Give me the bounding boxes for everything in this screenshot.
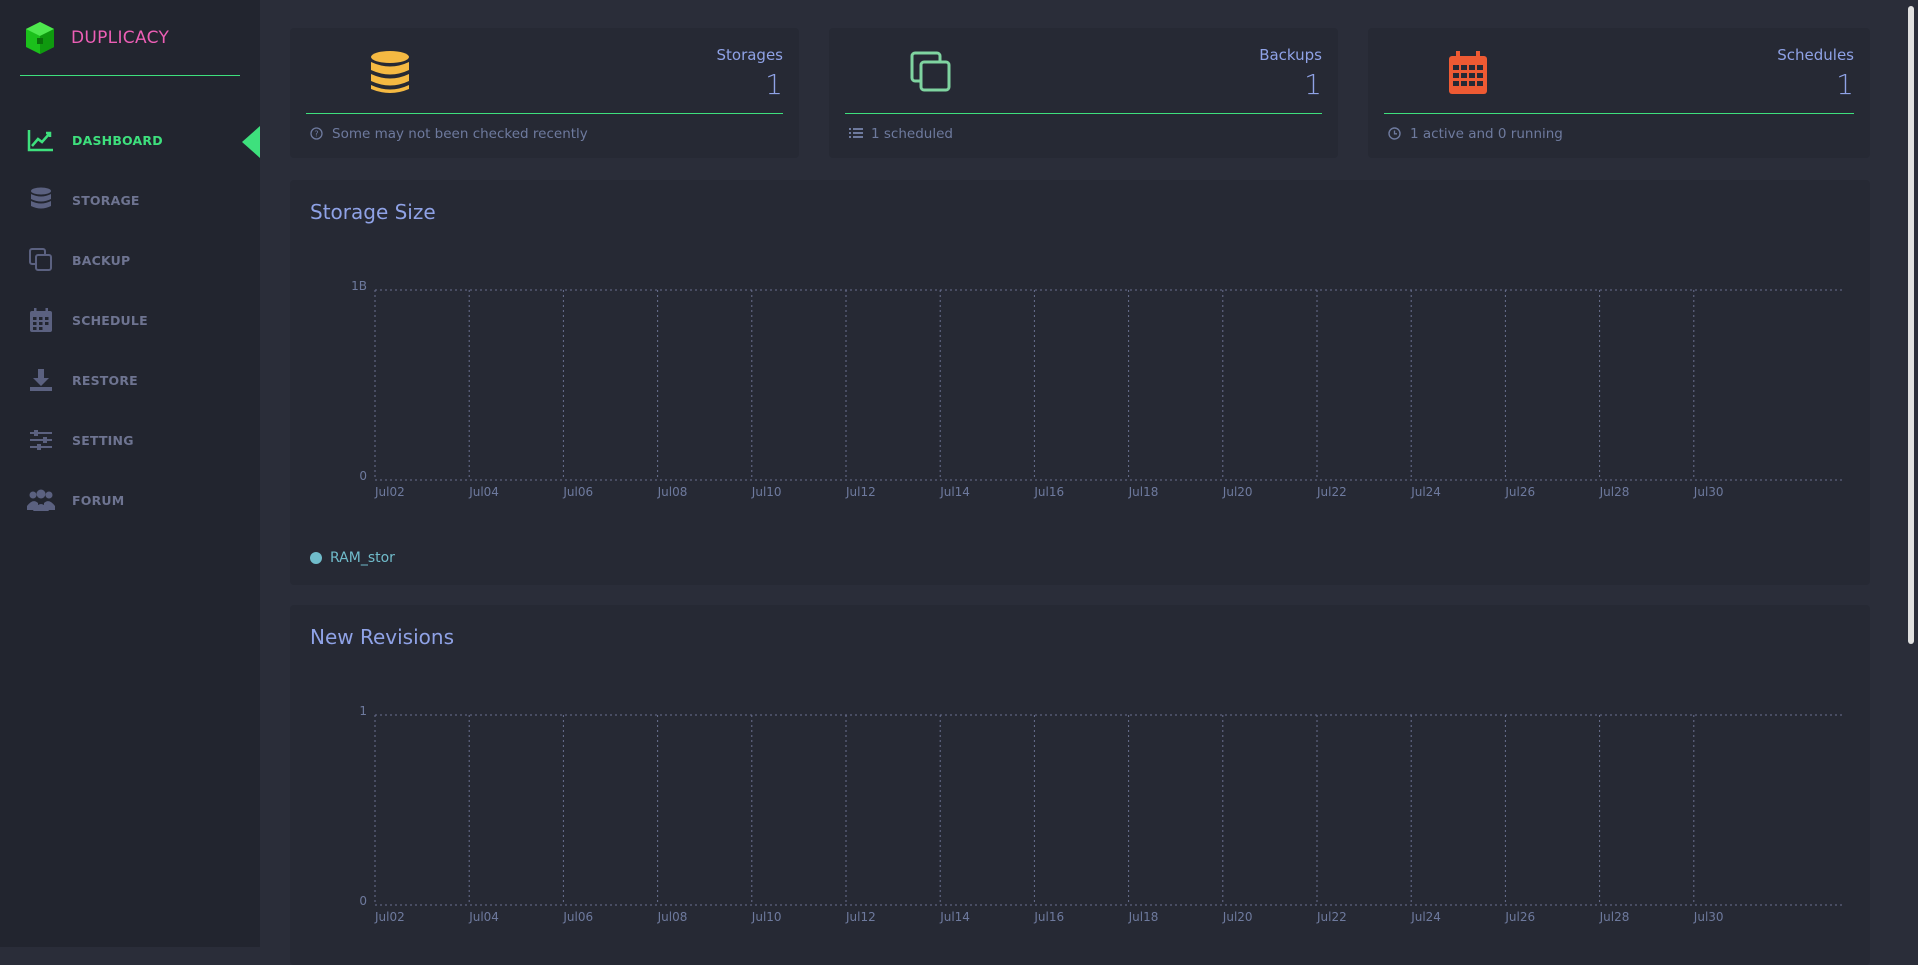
- sidebar-item-label: DASHBOARD: [72, 132, 163, 148]
- calendar-icon: [27, 306, 55, 334]
- backups-card[interactable]: Backups 1 1 scheduled: [829, 28, 1338, 158]
- chart-legend[interactable]: RAM_stor: [310, 550, 395, 566]
- new-revisions-card: New Revisions Jul02 Jul04 Jul06 Jul08 Jul10 J…: [290, 605, 1870, 965]
- x-tick-label: Jul16: [1033, 485, 1064, 499]
- x-tick-label: Jul08: [657, 485, 688, 499]
- svg-text:?: ?: [314, 130, 318, 139]
- download-icon: [27, 366, 55, 394]
- stat-footer: 1 active and 0 running: [1388, 126, 1563, 142]
- stat-value: 1: [1304, 68, 1322, 101]
- sidebar-item-label: RESTORE: [72, 372, 138, 388]
- calendar-icon: [1448, 50, 1492, 98]
- x-tick-label: Jul22: [1316, 910, 1347, 924]
- stat-value: 1: [1836, 68, 1854, 101]
- y-tick-label: 0: [359, 894, 367, 908]
- x-tick-label: Jul10: [751, 485, 782, 499]
- storage-size-card: Storage Size Jul02 Jul04 Jul06 Jul08 Jul10 Ju…: [290, 180, 1870, 585]
- legend-swatch: [310, 552, 322, 564]
- x-tick-label: Jul20: [1222, 910, 1253, 924]
- schedules-card[interactable]: Schedules 1 1 active and 0 running: [1368, 28, 1870, 158]
- sidebar-item-setting[interactable]: SETTING: [0, 410, 260, 470]
- stat-footer-text: 1 scheduled: [871, 126, 953, 142]
- sidebar-item-restore[interactable]: RESTORE: [0, 350, 260, 410]
- sidebar-item-forum[interactable]: FORUM: [0, 470, 260, 530]
- x-tick-label: Jul12: [845, 485, 876, 499]
- database-icon: [27, 186, 55, 214]
- x-tick-label: Jul30: [1693, 910, 1724, 924]
- sidebar-item-label: BACKUP: [72, 252, 131, 268]
- x-tick-label: Jul06: [562, 910, 593, 924]
- stat-footer: ? Some may not been checked recently: [310, 126, 588, 142]
- x-tick-label: Jul24: [1410, 485, 1441, 499]
- stat-value: 1: [765, 68, 783, 101]
- scrollbar-thumb[interactable]: [1908, 6, 1914, 644]
- clock-icon: [1388, 127, 1402, 141]
- new-revisions-chart: Jul02 Jul04 Jul06 Jul08 Jul10 Jul12 Jul14 Jul16…: [359, 704, 1845, 924]
- x-tick-label: Jul04: [468, 910, 499, 924]
- stat-title: Backups: [1259, 46, 1322, 64]
- storage-size-chart: Jul02 Jul04 Jul06 Jul08 Jul10 Jul12 Jul14 Jul16…: [351, 279, 1845, 499]
- y-tick-label: 1B: [351, 279, 367, 293]
- users-icon: [27, 486, 55, 514]
- sidebar-item-dashboard[interactable]: DASHBOARD: [0, 110, 260, 170]
- vertical-scrollbar[interactable]: [1900, 0, 1918, 947]
- stat-divider: [306, 113, 783, 114]
- copy-icon: [27, 246, 55, 274]
- brand[interactable]: DUPLICACY: [24, 20, 169, 56]
- y-tick-label: 1: [359, 704, 367, 718]
- stat-footer: 1 scheduled: [849, 126, 953, 142]
- stat-divider: [1384, 113, 1854, 114]
- x-tick-label: Jul10: [751, 910, 782, 924]
- sidebar-item-label: SCHEDULE: [72, 312, 148, 328]
- stat-title: Schedules: [1777, 46, 1854, 64]
- stat-title: Storages: [716, 46, 783, 64]
- x-tick-label: Jul02: [374, 485, 405, 499]
- x-tick-label: Jul18: [1128, 910, 1159, 924]
- x-tick-label: Jul08: [657, 910, 688, 924]
- x-tick-label: Jul06: [562, 485, 593, 499]
- x-tick-label: Jul12: [845, 910, 876, 924]
- sidebar-item-label: SETTING: [72, 432, 134, 448]
- list-icon: [849, 127, 863, 141]
- cube-logo-icon: [24, 21, 56, 55]
- brand-name: DUPLICACY: [71, 28, 170, 48]
- sidebar-item-storage[interactable]: STORAGE: [0, 170, 260, 230]
- active-indicator: [242, 126, 260, 158]
- copy-icon: [909, 50, 953, 98]
- x-tick-label: Jul26: [1504, 910, 1535, 924]
- x-tick-label: Jul26: [1504, 485, 1535, 499]
- x-tick-label: Jul16: [1033, 910, 1064, 924]
- storages-card[interactable]: Storages 1 ? Some may not been checked r…: [290, 28, 799, 158]
- x-tick-label: Jul20: [1222, 485, 1253, 499]
- y-tick-label: 0: [359, 469, 367, 483]
- sidebar-item-label: STORAGE: [72, 192, 140, 208]
- x-tick-label: Jul24: [1410, 910, 1441, 924]
- stat-footer-text: 1 active and 0 running: [1410, 126, 1563, 142]
- database-icon: [370, 50, 414, 98]
- x-tick-label: Jul22: [1316, 485, 1347, 499]
- question-circle-icon: ?: [310, 127, 324, 141]
- sidebar-item-label: FORUM: [72, 492, 125, 508]
- stat-divider: [845, 113, 1322, 114]
- x-tick-label: Jul14: [939, 485, 970, 499]
- x-tick-label: Jul14: [939, 910, 970, 924]
- brand-divider: [20, 75, 240, 76]
- sliders-icon: [27, 426, 55, 454]
- x-tick-label: Jul28: [1599, 485, 1630, 499]
- chart-line-icon: [27, 126, 55, 154]
- main-content: Storages 1 ? Some may not been checked r…: [260, 0, 1900, 965]
- x-tick-label: Jul30: [1693, 485, 1724, 499]
- x-tick-label: Jul04: [468, 485, 499, 499]
- sidebar-item-schedule[interactable]: SCHEDULE: [0, 290, 260, 350]
- legend-label: RAM_stor: [330, 550, 395, 566]
- sidebar-item-backup[interactable]: BACKUP: [0, 230, 260, 290]
- x-tick-label: Jul18: [1128, 485, 1159, 499]
- sidebar: DUPLICACY DASHBOARD STORAGE BACKUP SCHED…: [0, 0, 260, 947]
- stat-footer-text: Some may not been checked recently: [332, 126, 588, 142]
- x-tick-label: Jul28: [1599, 910, 1630, 924]
- sidebar-nav: DASHBOARD STORAGE BACKUP SCHEDULE RESTOR…: [0, 110, 260, 530]
- x-tick-label: Jul02: [374, 910, 405, 924]
